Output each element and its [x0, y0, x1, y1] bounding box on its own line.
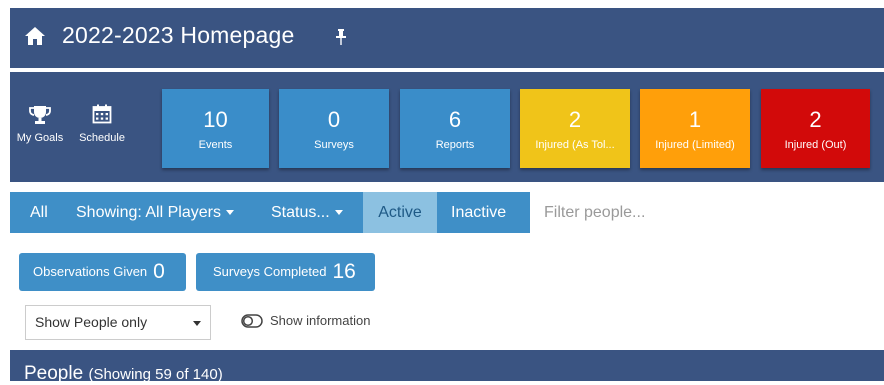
caret-down-icon [193, 321, 201, 326]
tile-label: Injured (Limited) [655, 139, 735, 151]
tile-injured-out[interactable]: 2 Injured (Out) [761, 89, 870, 168]
calendar-icon [92, 104, 112, 124]
tile-surveys[interactable]: 0 Surveys [279, 89, 389, 168]
tile-label: Surveys [314, 139, 354, 151]
page-header: 2022-2023 Homepage [10, 8, 884, 70]
surveys-completed-label: Surveys Completed [213, 264, 327, 279]
filter-people-input[interactable] [530, 192, 884, 233]
filter-bar: All Showing: All Players Status... Activ… [10, 192, 884, 233]
caret-down-icon [334, 210, 343, 216]
people-count: (Showing 59 of 140) [88, 366, 223, 383]
home-icon[interactable] [24, 26, 46, 46]
tile-label: Reports [435, 139, 475, 151]
toggle-icon[interactable] [241, 313, 263, 329]
showing-label: Showing: All Players [76, 204, 221, 221]
tile-label: Injured (Out) [784, 139, 847, 151]
tile-value: 6 [448, 107, 462, 132]
caret-down-icon [225, 210, 234, 216]
tile-label: Events [198, 139, 233, 151]
pin-icon[interactable] [335, 29, 347, 45]
tile-value: 2 [809, 107, 822, 132]
showing-dropdown[interactable]: Showing: All Players [76, 192, 234, 233]
tile-value: 0 [327, 107, 341, 132]
schedule-button[interactable]: Schedule [72, 88, 132, 158]
tile-value: 1 [688, 107, 702, 132]
people-section-header: People (Showing 59 of 140) [10, 350, 884, 384]
schedule-label: Schedule [79, 132, 125, 144]
show-people-select-value: Show People only [35, 314, 148, 330]
my-goals-label: My Goals [16, 132, 64, 144]
tile-value: 2 [568, 107, 582, 132]
filter-all-button[interactable]: All [30, 192, 48, 233]
surveys-completed-button[interactable]: Surveys Completed 16 [196, 253, 375, 291]
my-goals-button[interactable]: My Goals [10, 88, 70, 158]
tile-injured-as-tolerated[interactable]: 2 Injured (As Tol... [520, 89, 630, 168]
observations-label: Observations Given [33, 264, 148, 279]
observations-given-button[interactable]: Observations Given 0 [19, 253, 186, 291]
page-title: 2022-2023 Homepage [62, 22, 295, 48]
page-margin [0, 0, 10, 381]
tile-label: Injured (As Tol... [535, 139, 615, 151]
tab-active[interactable]: Active [363, 192, 437, 233]
tile-value: 10 [203, 107, 228, 132]
tile-events[interactable]: 10 Events [162, 89, 269, 168]
surveys-completed-count: 16 [332, 260, 356, 283]
tile-injured-limited[interactable]: 1 Injured (Limited) [640, 89, 750, 168]
trophy-icon [29, 106, 51, 124]
stats-bar: My Goals Schedule 10 Events 0 Surveys 6 … [10, 72, 884, 182]
tile-reports[interactable]: 6 Reports [400, 89, 510, 168]
show-information-label[interactable]: Show information [270, 313, 370, 328]
status-dropdown[interactable]: Status... [271, 192, 343, 233]
status-label: Status... [271, 204, 330, 221]
show-people-select[interactable]: Show People only [25, 305, 211, 340]
observations-count: 0 [153, 260, 165, 283]
tab-inactive[interactable]: Inactive [451, 192, 506, 233]
